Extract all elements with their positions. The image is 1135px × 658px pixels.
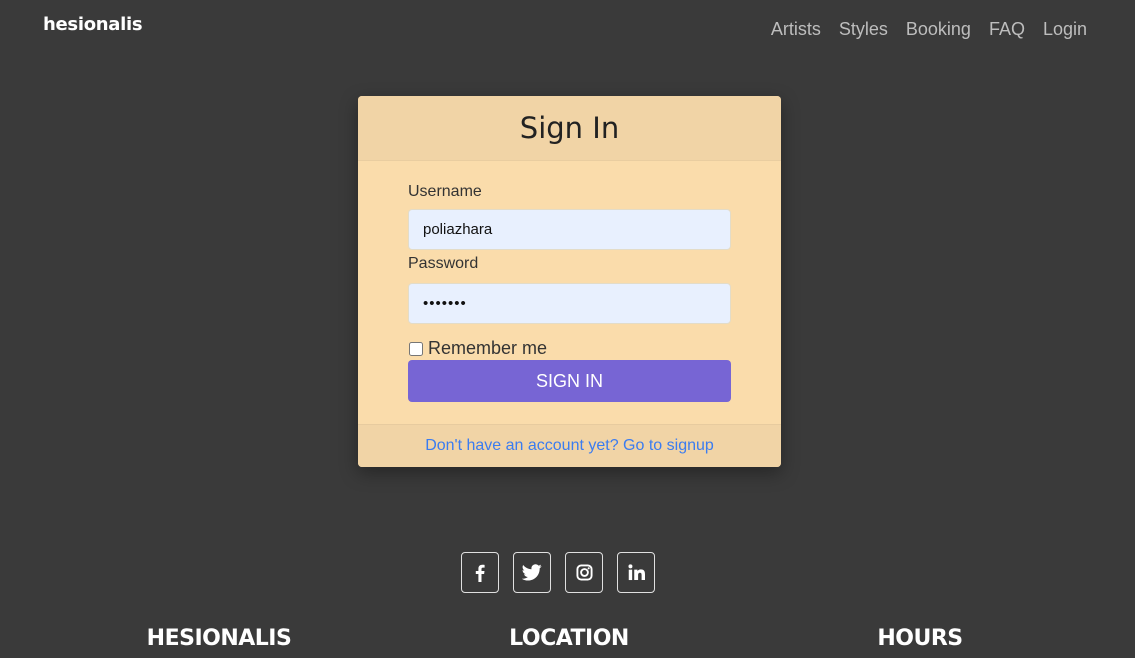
password-label: Password xyxy=(408,255,479,272)
nav-link-faq[interactable]: FAQ xyxy=(989,18,1025,40)
instagram-icon xyxy=(575,564,593,581)
nav-link-artists[interactable]: Artists xyxy=(771,18,821,40)
signin-card-footer: Don't have an account yet? Go to signup xyxy=(358,424,781,467)
signin-card: Sign In Username Password Remember me SI… xyxy=(358,96,781,467)
social-links xyxy=(461,552,655,593)
instagram-button[interactable] xyxy=(565,552,603,593)
nav-link-styles[interactable]: Styles xyxy=(839,18,888,40)
password-input[interactable] xyxy=(408,283,731,324)
facebook-button[interactable] xyxy=(461,552,499,593)
footer-heading-brand: HESIONALIS xyxy=(146,626,292,651)
signin-title: Sign In xyxy=(519,111,620,145)
username-label: Username xyxy=(408,183,482,200)
footer-heading-hours: HOURS xyxy=(877,626,963,651)
footer-heading-location: LOCATION xyxy=(509,626,629,651)
remember-me[interactable]: Remember me xyxy=(408,338,547,359)
brand-logo[interactable]: hesionalis xyxy=(43,14,143,35)
username-input[interactable] xyxy=(408,209,731,250)
nav-link-login[interactable]: Login xyxy=(1043,18,1087,40)
twitter-button[interactable] xyxy=(513,552,551,593)
signin-card-header: Sign In xyxy=(358,96,781,161)
linkedin-icon xyxy=(627,564,645,581)
remember-me-checkbox[interactable] xyxy=(409,341,423,356)
twitter-icon xyxy=(522,564,542,581)
linkedin-button[interactable] xyxy=(617,552,655,593)
main-nav: Artists Styles Booking FAQ Login xyxy=(753,18,1087,40)
remember-me-label: Remember me xyxy=(428,338,548,358)
nav-link-booking[interactable]: Booking xyxy=(906,18,971,40)
signup-link[interactable]: Don't have an account yet? Go to signup xyxy=(425,437,714,455)
signin-button[interactable]: SIGN IN xyxy=(408,360,731,402)
facebook-icon xyxy=(475,564,485,582)
